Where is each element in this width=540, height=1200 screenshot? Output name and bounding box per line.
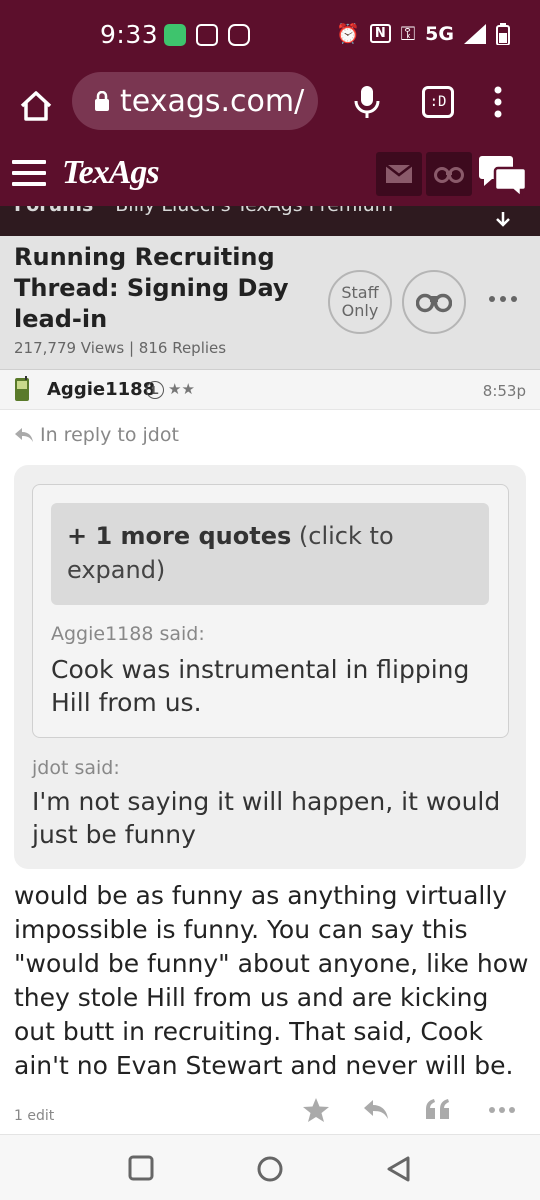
alarm-icon: ⏰: [336, 23, 360, 45]
key-icon: ⚿: [400, 22, 416, 45]
thread-more-icon[interactable]: [488, 294, 518, 304]
quote-block: + 1 more quotes (click to expand) Aggie1…: [14, 465, 526, 869]
url-field[interactable]: texags.com/: [72, 72, 318, 130]
reply-arrow-icon: [15, 428, 33, 442]
lock-icon: [95, 91, 109, 111]
outer-quote-text: I'm not saying it will happen, it would …: [32, 787, 501, 849]
expand-quotes-button[interactable]: + 1 more quotes (click to expand): [51, 503, 489, 605]
chat-app-icon: [164, 24, 186, 46]
reply-icon[interactable]: [362, 1097, 390, 1123]
network-label: 5G: [425, 22, 454, 45]
watched-button[interactable]: [426, 152, 472, 196]
hamburger-menu-icon[interactable]: [12, 160, 46, 186]
browser-toolbar: texags.com/ :D: [0, 70, 540, 146]
post-author-bar: Aggie1188 L ★★ 8:53p: [0, 370, 540, 410]
system-nav-bar: [0, 1134, 540, 1200]
breadcrumb-text[interactable]: Forums Billy Liucci's TexAgs Premium: [14, 206, 393, 216]
watch-thread-button[interactable]: [402, 270, 466, 334]
star-icon[interactable]: [302, 1097, 330, 1123]
binoculars-icon: [434, 167, 464, 183]
thread-header: Running Recruiting Thread: Signing Day l…: [0, 236, 540, 370]
mobile-phone-icon: [15, 376, 29, 401]
post-time: 8:53p: [482, 382, 526, 400]
thread-title: Running Recruiting Thread: Signing Day l…: [14, 243, 289, 333]
instagram-icon: [228, 24, 250, 46]
quote-icon[interactable]: [424, 1097, 452, 1123]
home-icon[interactable]: [18, 88, 54, 124]
chat-icon[interactable]: [478, 154, 528, 198]
outer-said: jdot said:: [32, 757, 120, 779]
more-quotes-bold: + 1 more quotes: [67, 522, 292, 550]
breadcrumb-forums[interactable]: Forums: [14, 206, 93, 216]
status-indicators: ⏰ N ⚿ 5G: [336, 22, 510, 45]
microphone-icon[interactable]: [352, 84, 382, 120]
binoculars-icon: [416, 293, 452, 313]
breadcrumb: Forums Billy Liucci's TexAgs Premium: [0, 206, 540, 236]
envelope-icon: [386, 165, 412, 183]
home-nav-icon[interactable]: [256, 1155, 284, 1183]
down-arrow-icon[interactable]: [494, 210, 512, 228]
radio-app-icon: [196, 24, 218, 46]
post-more-icon[interactable]: [488, 1097, 516, 1123]
messages-button[interactable]: [376, 152, 422, 196]
lifetime-badge: L: [146, 381, 164, 399]
site-header: TexAgs: [0, 146, 540, 206]
back-icon[interactable]: [386, 1155, 412, 1183]
post-body: would be as funny as anything virtually …: [14, 881, 529, 1080]
nfc-icon: N: [369, 24, 391, 43]
status-bar: 9:33 ⏰ N ⚿ 5G: [0, 0, 540, 70]
in-reply-to[interactable]: In reply to jdot: [14, 424, 179, 446]
inner-quote-text: Cook was instrumental in flipping Hill f…: [51, 655, 470, 717]
battery-icon: [496, 22, 510, 45]
breadcrumb-board[interactable]: Billy Liucci's TexAgs Premium: [115, 206, 393, 216]
url-text: texags.com/: [120, 83, 305, 119]
staff-label: Staff: [341, 283, 379, 302]
edit-count[interactable]: 1 edit: [14, 1108, 54, 1124]
only-label: Only: [341, 301, 379, 320]
nested-quote: + 1 more quotes (click to expand) Aggie1…: [32, 484, 509, 738]
inner-said: Aggie1188 said:: [51, 623, 205, 645]
site-logo[interactable]: TexAgs: [62, 154, 160, 192]
post-author[interactable]: Aggie1188: [47, 379, 155, 400]
in-reply-to-label: In reply to jdot: [40, 424, 179, 446]
thread-stats: 217,779 Views | 816 Replies: [14, 339, 227, 357]
recents-icon[interactable]: [128, 1155, 154, 1181]
status-time: 9:33: [100, 20, 159, 49]
staff-only-button[interactable]: Staff Only: [328, 270, 392, 334]
browser-menu-icon[interactable]: [488, 84, 508, 120]
star-rating: ★★: [168, 380, 195, 398]
signal-icon: [464, 23, 486, 44]
tabs-button[interactable]: :D: [422, 86, 454, 118]
